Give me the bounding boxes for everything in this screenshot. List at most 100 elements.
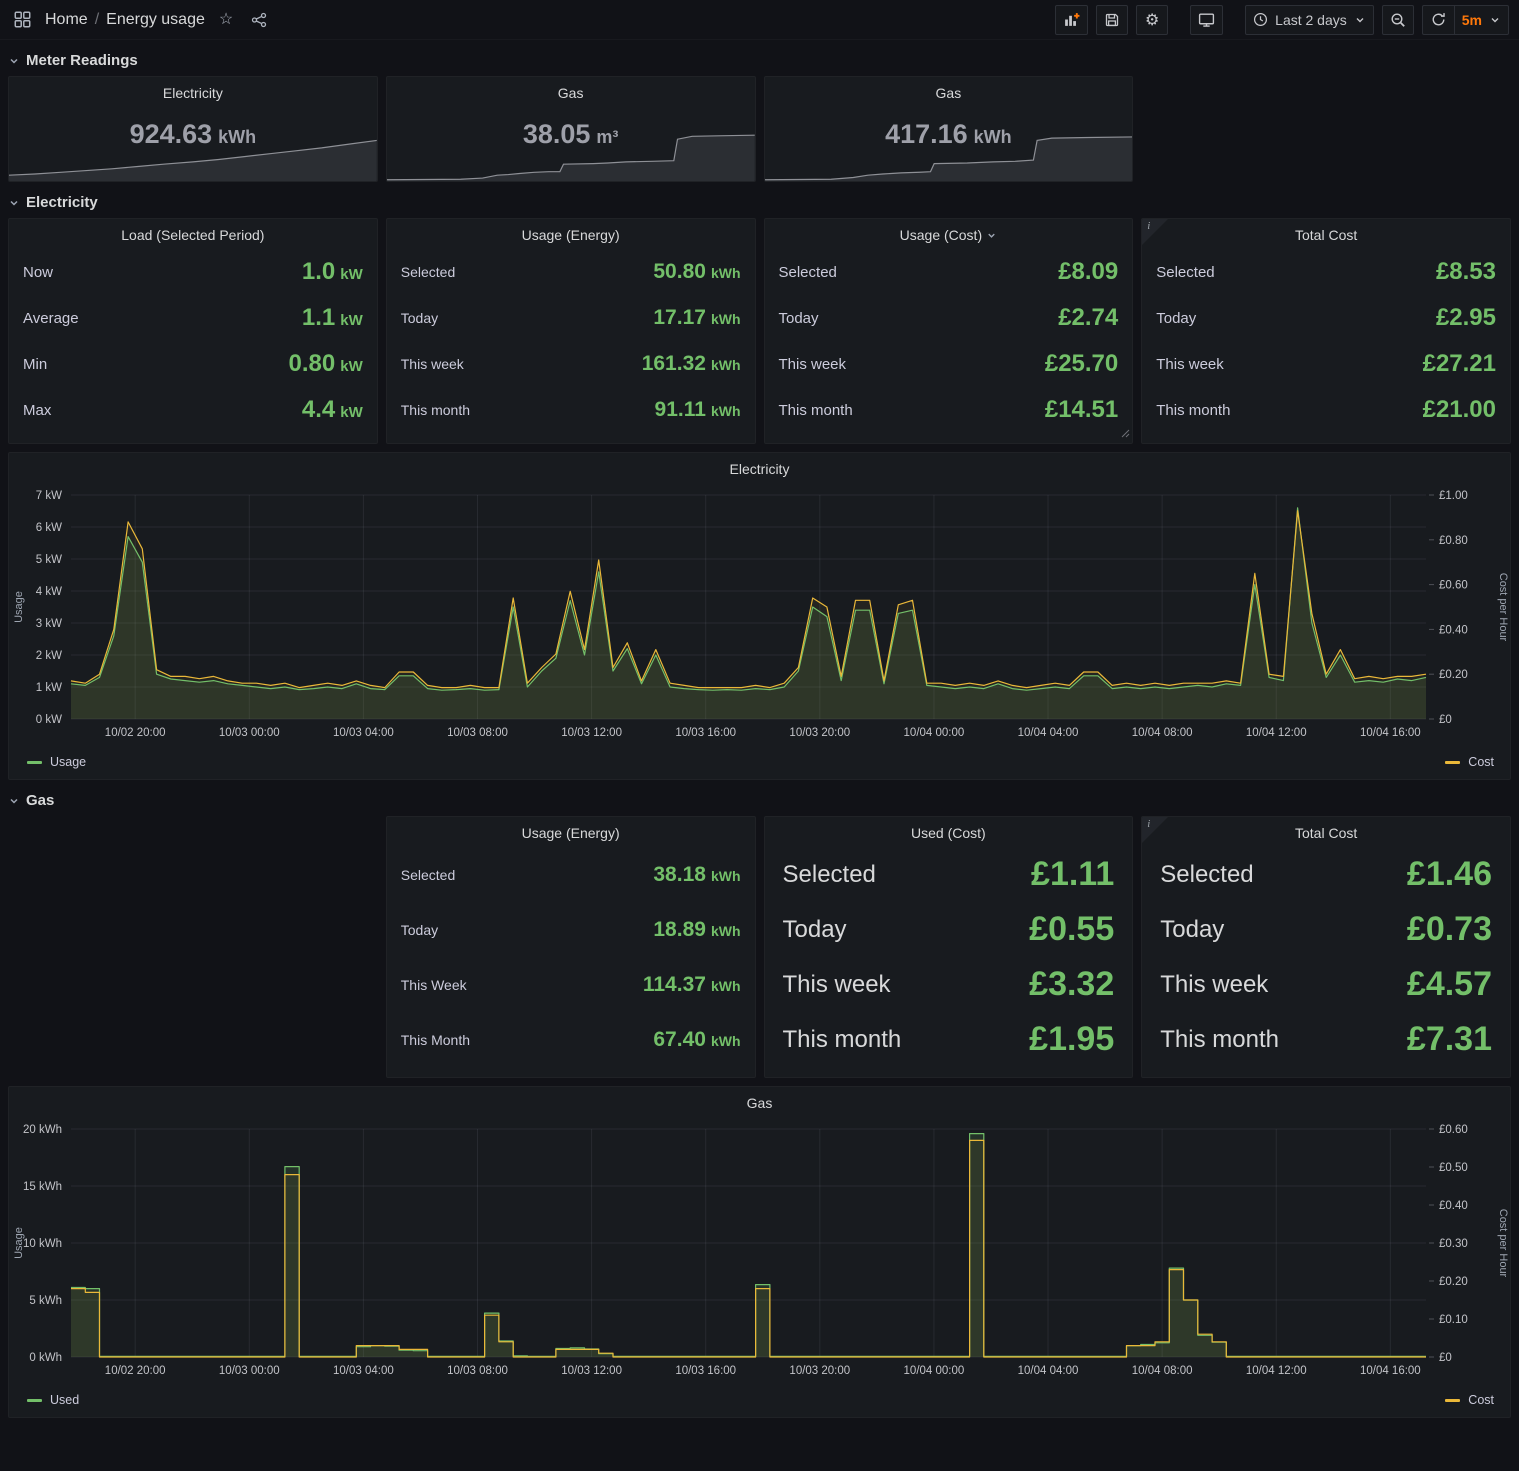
gas-chart-panel: Gas 0 kWh5 kWh10 kWh15 kWh20 kWh£0£0.10£… bbox=[8, 1086, 1511, 1418]
time-range-picker[interactable]: Last 2 days bbox=[1245, 5, 1374, 35]
top-navbar: Home / Energy usage ☆ bbox=[0, 0, 1519, 40]
panel-electricity-load: Load (Selected Period) Now 1.0kW Average… bbox=[8, 218, 378, 444]
svg-text:Cost per Hour: Cost per Hour bbox=[1497, 1209, 1509, 1278]
tv-mode-button[interactable] bbox=[1190, 5, 1223, 35]
svg-text:10/03 00:00: 10/03 00:00 bbox=[219, 1365, 280, 1377]
svg-text:7 kW: 7 kW bbox=[36, 490, 62, 502]
panel-title[interactable]: Electricity bbox=[9, 77, 377, 105]
breadcrumb: Home / Energy usage bbox=[45, 11, 205, 29]
refresh-interval-label: 5m bbox=[1462, 12, 1482, 28]
svg-text:10/04 12:00: 10/04 12:00 bbox=[1246, 1365, 1307, 1377]
panel-title[interactable]: Usage (Energy) bbox=[387, 817, 755, 845]
panel-title[interactable]: Load (Selected Period) bbox=[9, 219, 377, 247]
svg-text:10/04 04:00: 10/04 04:00 bbox=[1018, 727, 1079, 739]
breadcrumb-page-link[interactable]: Energy usage bbox=[106, 11, 205, 29]
svg-text:10 kWh: 10 kWh bbox=[23, 1238, 62, 1250]
section-header-meter-readings[interactable]: Meter Readings bbox=[0, 40, 1519, 76]
electricity-chart-panel: Electricity 0 kW1 kW2 kW3 kW4 kW5 kW6 kW… bbox=[8, 452, 1511, 780]
svg-text:£0: £0 bbox=[1439, 1352, 1452, 1364]
stat-row: Selected 38.18kWh bbox=[387, 847, 755, 902]
add-panel-button[interactable] bbox=[1055, 5, 1088, 35]
svg-text:5 kWh: 5 kWh bbox=[29, 1295, 62, 1307]
stat-row: Today £2.74 bbox=[765, 295, 1133, 341]
legend-item-usage[interactable]: Usage bbox=[27, 755, 86, 769]
legend-item-cost[interactable]: Cost bbox=[1445, 1393, 1494, 1407]
svg-text:3 kW: 3 kW bbox=[36, 618, 62, 630]
stat-row: Max 4.4kW bbox=[9, 387, 377, 433]
stat-row: Min 0.80kW bbox=[9, 341, 377, 387]
panel-gas-used-cost: Used (Cost) Selected £1.11 Today £0.55 T… bbox=[764, 816, 1134, 1078]
refresh-button[interactable] bbox=[1422, 5, 1454, 35]
section-header-gas[interactable]: Gas bbox=[0, 780, 1519, 816]
svg-text:10/03 04:00: 10/03 04:00 bbox=[333, 727, 394, 739]
tv-icon bbox=[1198, 11, 1215, 28]
svg-text:£0.80: £0.80 bbox=[1439, 535, 1468, 547]
svg-text:1 kW: 1 kW bbox=[36, 682, 62, 694]
svg-text:£0.40: £0.40 bbox=[1439, 624, 1468, 636]
stat-row: Today 18.89kWh bbox=[387, 902, 755, 957]
svg-text:£0.40: £0.40 bbox=[1439, 1200, 1468, 1212]
legend-item-used[interactable]: Used bbox=[27, 1393, 79, 1407]
refresh-interval-dropdown[interactable]: 5m bbox=[1454, 5, 1509, 35]
stat-row: Today £2.95 bbox=[1142, 295, 1510, 341]
svg-text:10/03 16:00: 10/03 16:00 bbox=[675, 727, 736, 739]
dashboard-settings-button[interactable]: ⚙ bbox=[1136, 5, 1168, 35]
svg-text:10/03 00:00: 10/03 00:00 bbox=[219, 727, 280, 739]
meter-value: 38.05m³ bbox=[387, 119, 755, 150]
meter-panel-gas-volume: Gas 38.05m³ bbox=[386, 76, 756, 182]
meter-value: 417.16kWh bbox=[765, 119, 1133, 150]
gas-time-series-chart[interactable]: 0 kWh5 kWh10 kWh15 kWh20 kWh£0£0.10£0.20… bbox=[9, 1115, 1510, 1391]
save-dashboard-button[interactable] bbox=[1096, 5, 1128, 35]
svg-text:10/04 04:00: 10/04 04:00 bbox=[1018, 1365, 1079, 1377]
panel-title[interactable]: Usage (Energy) bbox=[387, 219, 755, 247]
section-header-electricity[interactable]: Electricity bbox=[0, 182, 1519, 218]
gear-icon: ⚙ bbox=[1145, 10, 1159, 30]
add-panel-icon bbox=[1063, 11, 1080, 28]
panel-title[interactable]: Gas bbox=[765, 77, 1133, 105]
clock-icon bbox=[1253, 12, 1268, 27]
stat-row: Today £0.55 bbox=[765, 902, 1133, 957]
panel-title[interactable]: Gas bbox=[387, 77, 755, 105]
section-title: Meter Readings bbox=[26, 52, 138, 69]
svg-text:10/03 08:00: 10/03 08:00 bbox=[447, 727, 508, 739]
svg-text:Cost per Hour: Cost per Hour bbox=[1497, 573, 1509, 642]
stat-row: This week £4.57 bbox=[1142, 957, 1510, 1012]
svg-text:Usage: Usage bbox=[13, 591, 25, 623]
panel-info-corner-icon[interactable]: i bbox=[1142, 817, 1168, 843]
dashboards-grid-icon[interactable] bbox=[10, 9, 35, 30]
svg-text:£0.50: £0.50 bbox=[1439, 1162, 1468, 1174]
panel-title[interactable]: Used (Cost) bbox=[765, 817, 1133, 845]
panel-menu-chevron-icon bbox=[986, 230, 997, 241]
stat-row: This month £21.00 bbox=[1142, 387, 1510, 433]
chart-legend: Usage Cost bbox=[9, 753, 1510, 779]
svg-text:0 kWh: 0 kWh bbox=[29, 1352, 62, 1364]
stat-row: Selected £1.11 bbox=[765, 847, 1133, 902]
stat-row: This week £25.70 bbox=[765, 341, 1133, 387]
panel-title[interactable]: Gas bbox=[9, 1087, 1510, 1115]
stat-row: This month 91.11kWh bbox=[387, 387, 755, 433]
zoom-out-button[interactable] bbox=[1382, 5, 1414, 35]
electricity-time-series-chart[interactable]: 0 kW1 kW2 kW3 kW4 kW5 kW6 kW7 kW£0£0.20£… bbox=[9, 481, 1510, 753]
stat-row: Selected £8.53 bbox=[1142, 249, 1510, 295]
svg-text:10/04 08:00: 10/04 08:00 bbox=[1132, 727, 1193, 739]
share-icon[interactable] bbox=[247, 10, 271, 30]
meter-panel-gas-energy: Gas 417.16kWh bbox=[764, 76, 1134, 182]
panel-title[interactable]: Usage (Cost) bbox=[765, 219, 1133, 247]
stat-row: Today 17.17kWh bbox=[387, 295, 755, 341]
save-icon bbox=[1104, 12, 1120, 28]
panel-title[interactable]: Electricity bbox=[9, 453, 1510, 481]
section-title: Gas bbox=[26, 792, 54, 809]
svg-text:£0.30: £0.30 bbox=[1439, 1238, 1468, 1250]
panel-title[interactable]: Total Cost bbox=[1142, 219, 1510, 247]
stat-row: This Week 114.37kWh bbox=[387, 957, 755, 1012]
panel-info-corner-icon[interactable]: i bbox=[1142, 219, 1168, 245]
svg-text:20 kWh: 20 kWh bbox=[23, 1124, 62, 1136]
legend-item-cost[interactable]: Cost bbox=[1445, 755, 1494, 769]
legend-usage-swatch bbox=[27, 761, 42, 764]
stat-row: Selected £8.09 bbox=[765, 249, 1133, 295]
refresh-icon bbox=[1431, 12, 1446, 27]
breadcrumb-home-link[interactable]: Home bbox=[45, 11, 88, 29]
panel-title[interactable]: Total Cost bbox=[1142, 817, 1510, 845]
panel-resize-handle[interactable] bbox=[1121, 425, 1130, 441]
favorite-star-icon[interactable]: ☆ bbox=[215, 10, 237, 30]
